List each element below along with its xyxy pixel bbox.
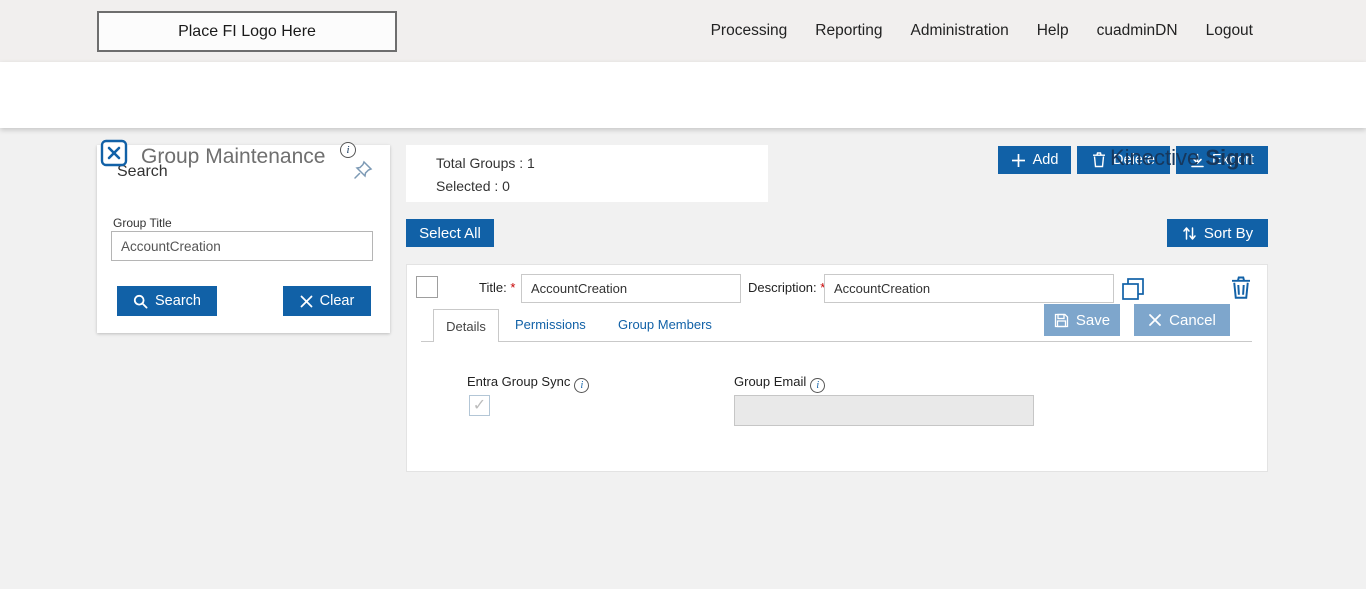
fi-logo-placeholder: Place FI Logo Here (97, 11, 397, 52)
search-panel: Search Group Title Search Clear (97, 145, 390, 333)
entra-group-sync-checkbox[interactable]: ✓ (469, 395, 490, 416)
entra-info-icon[interactable]: i (574, 378, 590, 393)
page-title: Group Maintenance (141, 145, 326, 168)
page-title-info-icon[interactable]: i (340, 142, 356, 158)
tab-permissions[interactable]: Permissions (515, 317, 586, 332)
total-groups-text: Total Groups : 1 (436, 155, 535, 171)
search-button[interactable]: Search (117, 286, 217, 316)
title-required-marker: * (510, 280, 516, 295)
tab-group-members[interactable]: Group Members (618, 317, 712, 332)
trash-icon (1093, 152, 1106, 168)
selected-count-text: Selected : 0 (436, 178, 510, 194)
cancel-button[interactable]: Cancel (1134, 304, 1230, 336)
plus-icon (1011, 153, 1025, 167)
nav-help[interactable]: Help (1037, 22, 1069, 40)
description-input[interactable] (824, 274, 1114, 303)
x-icon (300, 295, 313, 307)
sort-by-label: Sort By (1203, 224, 1254, 242)
nav-logout[interactable]: Logout (1206, 22, 1253, 40)
save-button-label: Save (1075, 311, 1111, 329)
title-input[interactable] (521, 274, 741, 303)
title-label-text: Title: (479, 280, 507, 295)
title-label: Title: * (479, 280, 515, 295)
brand-logo: Kinective Sign (1110, 145, 1253, 171)
entra-label-text: Entra Group Sync (467, 374, 571, 389)
group-email-info-icon[interactable]: i (810, 378, 826, 393)
select-all-button[interactable]: Select All (406, 219, 494, 247)
save-button[interactable]: Save (1044, 304, 1120, 336)
add-button-label: Add (1032, 152, 1059, 168)
sort-icon (1183, 226, 1196, 240)
top-bar: Place FI Logo Here Processing Reporting … (0, 0, 1366, 62)
entra-group-sync-label: Entra Group Sync i (467, 374, 590, 393)
group-row-checkbox[interactable] (416, 276, 438, 298)
description-label-text: Description: (748, 280, 817, 295)
nav-administration[interactable]: Administration (910, 22, 1008, 40)
fi-logo-text: Place FI Logo Here (178, 22, 316, 40)
cancel-x-icon (1149, 314, 1162, 326)
clear-button[interactable]: Clear (283, 286, 371, 316)
tabs-divider (421, 341, 1252, 342)
groups-summary: Total Groups : 1 Selected : 0 (406, 145, 768, 202)
save-icon (1054, 313, 1069, 327)
search-icon (133, 294, 148, 309)
nav-user-cuadminDN[interactable]: cuadminDN (1097, 22, 1178, 40)
group-row: Title: * Description: * Detai (406, 264, 1268, 472)
top-nav: Processing Reporting Administration Help… (711, 0, 1253, 62)
nav-processing[interactable]: Processing (711, 22, 788, 40)
group-title-input[interactable] (111, 231, 373, 261)
brand-regular: Kinective (1109, 145, 1206, 170)
group-email-label: Group Email i (734, 374, 826, 393)
cancel-button-label: Cancel (1169, 311, 1216, 329)
add-button[interactable]: Add (998, 146, 1071, 174)
description-label: Description: * (748, 280, 825, 295)
group-title-label: Group Title (113, 216, 172, 230)
clear-button-label: Clear (319, 293, 355, 309)
brand-bold: Sign (1205, 145, 1253, 170)
search-button-label: Search (155, 293, 201, 309)
group-email-label-text: Group Email (734, 374, 807, 389)
tab-details[interactable]: Details (433, 309, 499, 342)
sort-by-button[interactable]: Sort By (1167, 219, 1268, 247)
copy-icon[interactable] (1121, 277, 1145, 301)
nav-reporting[interactable]: Reporting (815, 22, 882, 40)
screen: Place FI Logo Here Processing Reporting … (0, 0, 1366, 589)
page-header: Group Maintenance i Kinective Sign (0, 62, 1366, 170)
pin-icon[interactable] (352, 159, 374, 181)
select-all-label: Select All (419, 224, 481, 242)
row-trash-icon[interactable] (1230, 276, 1252, 300)
group-email-input[interactable] (734, 395, 1034, 426)
group-maintenance-icon (100, 139, 128, 167)
